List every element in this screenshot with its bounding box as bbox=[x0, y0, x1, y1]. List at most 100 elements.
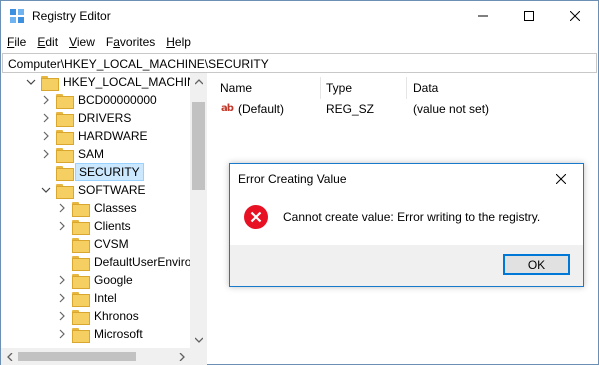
folder-icon bbox=[72, 237, 90, 253]
address-bar[interactable]: Computer\HKEY_LOCAL_MACHINE\SECURITY bbox=[2, 53, 597, 73]
folder-icon bbox=[72, 273, 90, 289]
window-title: Registry Editor bbox=[32, 9, 111, 23]
menu-view[interactable]: View bbox=[63, 32, 100, 52]
tree-item-intel[interactable]: Intel bbox=[57, 289, 117, 307]
error-dialog: Error Creating Value Cannot create value… bbox=[229, 163, 584, 287]
tree-item-label: SOFTWARE bbox=[78, 183, 146, 197]
menu-help-label: Help bbox=[166, 35, 191, 49]
key-tree[interactable]: HKEY_LOCAL_MACHINE BCD00000000 DRIVERS H… bbox=[1, 73, 207, 348]
tree-item-label: Microsoft bbox=[94, 327, 143, 341]
menu-edit-label: Edit bbox=[37, 35, 59, 49]
dialog-title: Error Creating Value bbox=[238, 172, 347, 186]
tree-item-cvsm[interactable]: CVSM bbox=[57, 235, 129, 253]
chevron-right-icon[interactable] bbox=[57, 221, 67, 231]
scroll-left-icon[interactable] bbox=[1, 348, 18, 365]
dialog-close-button[interactable] bbox=[552, 170, 570, 188]
tree-item-security[interactable]: SECURITY bbox=[41, 163, 144, 181]
value-name: (Default) bbox=[238, 102, 285, 116]
close-icon bbox=[556, 174, 566, 184]
chevron-right-icon[interactable] bbox=[41, 113, 51, 123]
tree-item-label: Clients bbox=[94, 219, 131, 233]
chevron-down-icon[interactable] bbox=[26, 77, 36, 87]
menu-bar: File Edit View Favorites Help bbox=[1, 32, 598, 52]
chevron-right-icon[interactable] bbox=[57, 329, 67, 339]
minimize-button[interactable] bbox=[460, 1, 506, 31]
tree-item-root[interactable]: HKEY_LOCAL_MACHINE bbox=[26, 73, 204, 91]
tree-item-label: Classes bbox=[94, 201, 137, 215]
menu-file[interactable]: File bbox=[1, 32, 31, 52]
menu-view-label: View bbox=[69, 35, 95, 49]
chevron-right-icon[interactable] bbox=[41, 131, 51, 141]
maximize-button[interactable] bbox=[506, 1, 552, 31]
menu-edit[interactable]: Edit bbox=[31, 32, 63, 52]
tree-vertical-scrollbar[interactable] bbox=[190, 73, 207, 348]
folder-icon bbox=[56, 165, 74, 181]
chevron-right-icon[interactable] bbox=[57, 293, 67, 303]
folder-icon bbox=[72, 309, 90, 325]
chevron-right-icon[interactable] bbox=[57, 275, 67, 285]
chevron-right-icon[interactable] bbox=[41, 149, 51, 159]
value-data: (value not set) bbox=[413, 102, 490, 116]
close-button[interactable] bbox=[552, 1, 598, 31]
chevron-right-icon[interactable] bbox=[57, 311, 67, 321]
tree-item-sam[interactable]: SAM bbox=[41, 145, 104, 163]
ok-button[interactable]: OK bbox=[503, 254, 570, 275]
tree-item-defaultuserenvironment[interactable]: DefaultUserEnvironment bbox=[57, 253, 206, 271]
value-type: REG_SZ bbox=[326, 102, 375, 116]
tree-item-classes[interactable]: Classes bbox=[57, 199, 137, 217]
dialog-title-bar[interactable]: Error Creating Value bbox=[230, 164, 583, 194]
chevron-right-icon[interactable] bbox=[57, 203, 67, 213]
column-header-data[interactable]: Data bbox=[413, 81, 438, 95]
tree-horizontal-scrollbar[interactable] bbox=[1, 348, 207, 365]
chevron-down-icon[interactable] bbox=[41, 185, 51, 195]
tree-item-label: HARDWARE bbox=[78, 129, 148, 143]
dialog-message: Cannot create value: Error writing to th… bbox=[283, 210, 541, 224]
scroll-up-icon[interactable] bbox=[190, 73, 207, 90]
tree-item-label: BCD00000000 bbox=[78, 93, 157, 107]
tree-item-khronos[interactable]: Khronos bbox=[57, 307, 139, 325]
column-divider[interactable] bbox=[320, 77, 321, 99]
column-header-name[interactable]: Name bbox=[220, 81, 252, 95]
menu-help[interactable]: Help bbox=[160, 32, 196, 52]
list-item[interactable]: ab (Default) REG_SZ (value not set) bbox=[208, 101, 598, 119]
tree-item-software[interactable]: SOFTWARE bbox=[41, 181, 146, 199]
close-icon bbox=[570, 11, 580, 21]
column-divider[interactable] bbox=[406, 77, 407, 99]
tree-item-bcd[interactable]: BCD00000000 bbox=[41, 91, 157, 109]
tree-item-label-selected: SECURITY bbox=[75, 163, 144, 181]
tree-item-microsoft[interactable]: Microsoft bbox=[57, 325, 143, 343]
tree-item-label: CVSM bbox=[94, 237, 129, 251]
string-value-icon: ab bbox=[221, 103, 234, 114]
error-icon bbox=[244, 205, 268, 229]
tree-item-hardware[interactable]: HARDWARE bbox=[41, 127, 148, 145]
scrollbar-thumb[interactable] bbox=[18, 352, 136, 361]
registry-editor-window: Registry Editor File Edit View Favorites… bbox=[0, 0, 599, 365]
column-header-type[interactable]: Type bbox=[326, 81, 352, 95]
maximize-icon bbox=[524, 11, 534, 21]
scrollbar-thumb[interactable] bbox=[192, 102, 205, 190]
folder-icon bbox=[56, 111, 74, 127]
tree-item-drivers[interactable]: DRIVERS bbox=[41, 109, 131, 127]
tree-item-clients[interactable]: Clients bbox=[57, 217, 131, 235]
tree-item-label: SAM bbox=[78, 147, 105, 161]
folder-icon bbox=[41, 75, 59, 91]
menu-favorites[interactable]: Favorites bbox=[100, 32, 160, 52]
scroll-down-icon[interactable] bbox=[190, 331, 207, 348]
folder-icon bbox=[56, 93, 74, 109]
title-bar[interactable]: Registry Editor bbox=[1, 1, 598, 31]
tree-item-label: Intel bbox=[94, 291, 117, 305]
folder-icon bbox=[72, 255, 90, 271]
menu-file-label: File bbox=[7, 35, 27, 49]
dialog-body: Cannot create value: Error writing to th… bbox=[230, 194, 583, 245]
folder-icon bbox=[56, 129, 74, 145]
folder-icon bbox=[72, 291, 90, 307]
tree-item-google[interactable]: Google bbox=[57, 271, 133, 289]
chevron-right-icon[interactable] bbox=[41, 95, 51, 105]
scroll-right-icon[interactable] bbox=[173, 348, 190, 365]
registry-editor-icon bbox=[10, 9, 24, 23]
folder-icon bbox=[72, 219, 90, 235]
tree-item-label: Khronos bbox=[94, 309, 139, 323]
folder-icon bbox=[56, 147, 74, 163]
menu-favorites-label: Favorites bbox=[105, 35, 156, 49]
folder-icon bbox=[72, 327, 90, 343]
